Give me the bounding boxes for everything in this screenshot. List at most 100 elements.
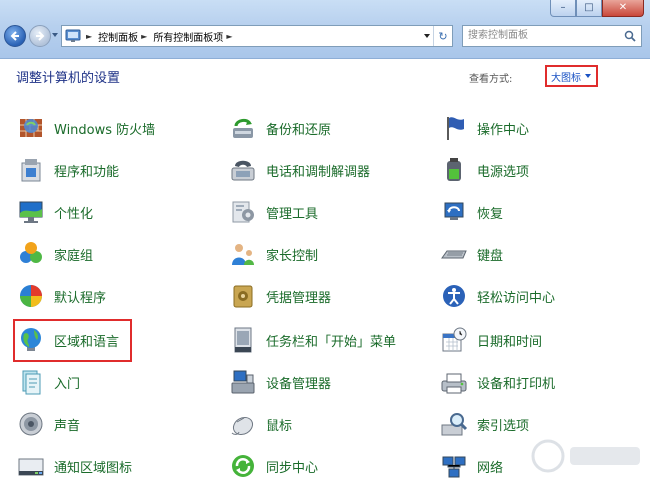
item-label: 设备管理器 [266,376,332,392]
device-manager-icon [228,367,258,397]
item-credential-manager[interactable]: 凭据管理器 [228,280,331,312]
item-sound[interactable]: 声音 [16,408,80,440]
item-label: 索引选项 [477,418,530,434]
admin-tools-icon [228,197,258,227]
breadcrumb-label: 所有控制面板项 [153,32,224,44]
item-network[interactable]: 网络 [439,450,503,482]
item-label: 网络 [477,460,504,476]
back-arrow-icon [10,31,19,41]
item-mouse[interactable]: 鼠标 [228,408,292,440]
dropdown-arrow-icon [585,74,591,78]
item-personalization[interactable]: 个性化 [16,196,93,228]
item-label: 入门 [54,376,81,392]
power-options-icon [439,155,469,185]
network-icon [439,451,469,481]
item-label: 鼠标 [266,418,293,434]
address-dropdown-button[interactable] [420,26,434,46]
refresh-icon: ↻ [438,29,448,43]
refresh-button[interactable]: ↻ [433,26,452,46]
item-label: 恢复 [477,206,504,222]
region-language-globe-icon [16,325,46,355]
item-power-options[interactable]: 电源选项 [439,154,529,186]
ease-of-access-icon [439,281,469,311]
item-getting-started[interactable]: 入门 [16,366,80,398]
indexing-options-icon [439,409,469,439]
item-label: 家庭组 [54,248,94,264]
item-date-time[interactable]: 日期和时间 [439,324,542,356]
view-by-label: 查看方式: [469,74,513,85]
programs-features-icon [16,155,46,185]
window-controls: – □ ✕ [550,0,644,18]
item-label: Windows 防火墙 [54,122,156,138]
item-indexing-options[interactable]: 索引选项 [439,408,529,440]
breadcrumb-sep-root[interactable]: ► [83,32,98,41]
item-backup-restore[interactable]: 备份和还原 [228,112,331,144]
devices-printers-icon [439,367,469,397]
item-label: 家长控制 [266,248,319,264]
window-titlebar: – □ ✕ ► 控制面板 ► 所有控制面板项 ► ↻ 搜索控制面板 [0,0,650,59]
item-ease-of-access[interactable]: 轻松访问中心 [439,280,555,312]
item-admin-tools[interactable]: 管理工具 [228,196,318,228]
notification-area-icon [16,451,46,481]
item-label: 通知区域图标 [54,460,133,476]
item-phone-modem[interactable]: 电话和调制解调器 [228,154,370,186]
control-panel-icon [65,29,81,42]
search-placeholder: 搜索控制面板 [468,30,528,41]
item-label: 操作中心 [477,122,530,138]
firewall-icon [16,113,46,143]
item-notification-area[interactable]: 通知区域图标 [16,450,132,482]
breadcrumb-control-panel[interactable]: 控制面板 ► [98,29,153,44]
item-sync-center[interactable]: 同步中心 [228,450,318,482]
item-keyboard[interactable]: 键盘 [439,238,503,270]
item-label: 同步中心 [266,460,319,476]
breadcrumb-label: 控制面板 [98,32,139,44]
item-homegroup[interactable]: 家庭组 [16,238,93,270]
page-title: 调整计算机的设置 [16,71,121,86]
item-label: 默认程序 [54,290,107,306]
homegroup-icon [16,239,46,269]
chevron-down-icon [424,34,430,38]
back-button[interactable] [4,25,26,47]
backup-restore-icon [228,113,258,143]
item-label: 电话和调制解调器 [266,164,371,180]
sync-center-icon [228,451,258,481]
item-label: 电源选项 [477,164,530,180]
item-device-manager[interactable]: 设备管理器 [228,366,331,398]
item-parental-controls[interactable]: 家长控制 [228,238,318,270]
view-by-dropdown[interactable]: 大图标 [545,65,598,87]
item-label: 任务栏和「开始」菜单 [266,334,397,350]
credential-manager-icon [228,281,258,311]
item-label: 声音 [54,418,81,434]
item-label: 个性化 [54,206,94,222]
item-label: 备份和还原 [266,122,332,138]
item-windows-firewall[interactable]: Windows 防火墙 [16,112,155,144]
minimize-button[interactable]: – [550,0,576,17]
sound-icon [16,409,46,439]
recent-pages-dropdown[interactable] [52,33,58,37]
item-devices-printers[interactable]: 设备和打印机 [439,366,555,398]
personalization-icon [16,197,46,227]
forward-button[interactable] [29,25,51,47]
item-region-language[interactable]: 区域和语言 [16,324,119,356]
taskbar-start-menu-icon [228,325,258,355]
item-taskbar-start-menu[interactable]: 任务栏和「开始」菜单 [228,324,396,356]
search-icon[interactable] [624,30,636,42]
item-recovery[interactable]: 恢复 [439,196,503,228]
parental-controls-icon [228,239,258,269]
watermark-logo [531,439,640,473]
item-default-programs[interactable]: 默认程序 [16,280,106,312]
search-input[interactable]: 搜索控制面板 [462,25,642,47]
breadcrumb-all-items[interactable]: 所有控制面板项 ► [153,29,238,44]
recovery-icon [439,197,469,227]
getting-started-icon [16,367,46,397]
keyboard-icon [439,239,469,269]
item-label: 管理工具 [266,206,319,222]
mouse-icon [228,409,258,439]
close-button[interactable]: ✕ [602,0,644,17]
maximize-button[interactable]: □ [576,0,602,17]
item-programs-features[interactable]: 程序和功能 [16,154,119,186]
item-label: 轻松访问中心 [477,290,556,306]
address-bar[interactable]: ► 控制面板 ► 所有控制面板项 ► ↻ [61,25,453,47]
item-action-center[interactable]: 操作中心 [439,112,529,144]
view-by-value: 大图标 [551,72,581,84]
